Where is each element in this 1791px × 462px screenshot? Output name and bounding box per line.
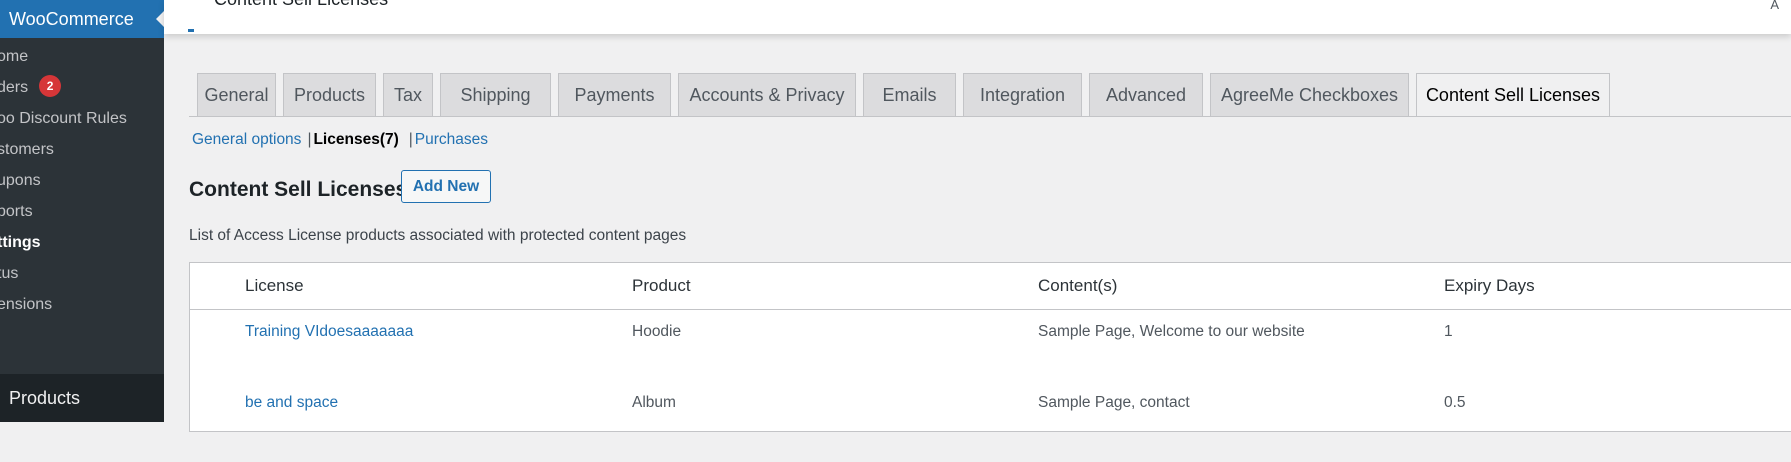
tab-products[interactable]: Products <box>283 73 376 116</box>
sidebar-item-reports[interactable]: ports <box>0 194 164 229</box>
top-header-bar: Content Sell Licenses A <box>164 0 1791 34</box>
tab-content-sell-licenses[interactable]: Content Sell Licenses <box>1416 73 1610 117</box>
add-new-button[interactable]: Add New <box>401 170 491 203</box>
sidebar-submenu: ome ders 2 oo Discount Rules stomers upon… <box>0 38 164 374</box>
sidebar-item-label: tus <box>0 265 19 282</box>
sidebar-item-products[interactable]: Products <box>0 374 164 422</box>
tab-general[interactable]: General <box>197 73 276 116</box>
tab-accounts-privacy[interactable]: Accounts & Privacy <box>678 73 856 116</box>
table-header: License Product Content(s) Expiry Days <box>190 263 1791 310</box>
tab-emails[interactable]: Emails <box>863 73 956 116</box>
sidebar-item-label: ports <box>0 203 33 220</box>
product-cell: Hoodie <box>632 323 682 340</box>
table-row: be and space Album Sample Page, contact … <box>190 392 1791 462</box>
page-description: List of Access License products associat… <box>189 227 687 244</box>
license-link[interactable]: Training VIdoesaaaaaaa <box>245 321 413 343</box>
sidebar-item-customers[interactable]: stomers <box>0 132 164 167</box>
subnav-purchases[interactable]: Purchases <box>415 131 488 148</box>
sidebar-item-label: oo Discount Rules <box>0 110 127 127</box>
expiry-cell: 1 <box>1444 323 1453 340</box>
tab-payments[interactable]: Payments <box>558 73 671 116</box>
sidebar-item-coupons[interactable]: upons <box>0 163 164 198</box>
orders-count-badge: 2 <box>39 75 62 98</box>
column-header-license[interactable]: License <box>245 263 304 309</box>
sidebar-item-label: ensions <box>0 296 53 313</box>
page-title: Content Sell Licenses <box>189 178 408 201</box>
expiry-cell: 0.5 <box>1444 394 1466 411</box>
column-header-product[interactable]: Product <box>632 263 691 309</box>
sidebar-item-label: ders <box>0 79 29 96</box>
tab-agreeme-checkboxes[interactable]: AgreeMe Checkboxes <box>1210 73 1409 116</box>
sidebar-woocommerce-label: WooCommerce <box>9 9 134 29</box>
header-title: Content Sell Licenses <box>214 0 388 10</box>
sidebar-item-label: ttings <box>0 234 41 251</box>
sidebar-item-status[interactable]: tus <box>0 256 164 291</box>
sidebar-item-label: stomers <box>0 141 54 158</box>
admin-sidebar: WooCommerce ome ders 2 oo Discount Rules … <box>0 0 165 422</box>
sidebar-item-settings[interactable]: ttings <box>0 225 164 260</box>
column-header-expiry-days[interactable]: Expiry Days <box>1444 263 1535 309</box>
sidebar-woocommerce[interactable]: WooCommerce <box>0 0 165 38</box>
tab-advanced[interactable]: Advanced <box>1089 73 1203 116</box>
sidebar-item-label: ome <box>0 48 29 65</box>
license-link[interactable]: be and space <box>245 392 338 414</box>
header-activity-link[interactable]: A <box>1770 0 1779 12</box>
sidebar-item-orders[interactable]: ders 2 <box>0 70 164 105</box>
subsection-nav: General options | Licenses(7) | Purchases <box>192 131 488 149</box>
sidebar-item-extensions[interactable]: ensions <box>0 287 164 322</box>
contents-cell: Sample Page, contact <box>1038 394 1190 411</box>
sidebar-item-discount-rules[interactable]: oo Discount Rules <box>0 101 164 136</box>
contents-cell: Sample Page, Welcome to our website <box>1038 323 1305 340</box>
sidebar-products-label: Products <box>9 388 81 408</box>
sidebar-item-home[interactable]: ome <box>0 39 164 74</box>
subnav-general-options[interactable]: General options <box>192 131 301 148</box>
licenses-table: License Product Content(s) Expiry Days T… <box>189 262 1791 432</box>
header-marker <box>188 29 194 32</box>
column-header-contents[interactable]: Content(s) <box>1038 263 1117 309</box>
subnav-separator: | <box>307 131 312 148</box>
tabs-divider <box>189 116 1791 117</box>
tab-tax[interactable]: Tax <box>383 73 433 116</box>
subnav-licenses[interactable]: Licenses(7) <box>313 131 398 148</box>
subnav-separator: | <box>408 131 413 148</box>
tab-shipping[interactable]: Shipping <box>440 73 551 116</box>
tab-integration[interactable]: Integration <box>963 73 1082 116</box>
product-cell: Album <box>632 394 676 411</box>
sidebar-item-label: upons <box>0 172 41 189</box>
table-row: Training VIdoesaaaaaaa Hoodie Sample Pag… <box>190 321 1791 391</box>
